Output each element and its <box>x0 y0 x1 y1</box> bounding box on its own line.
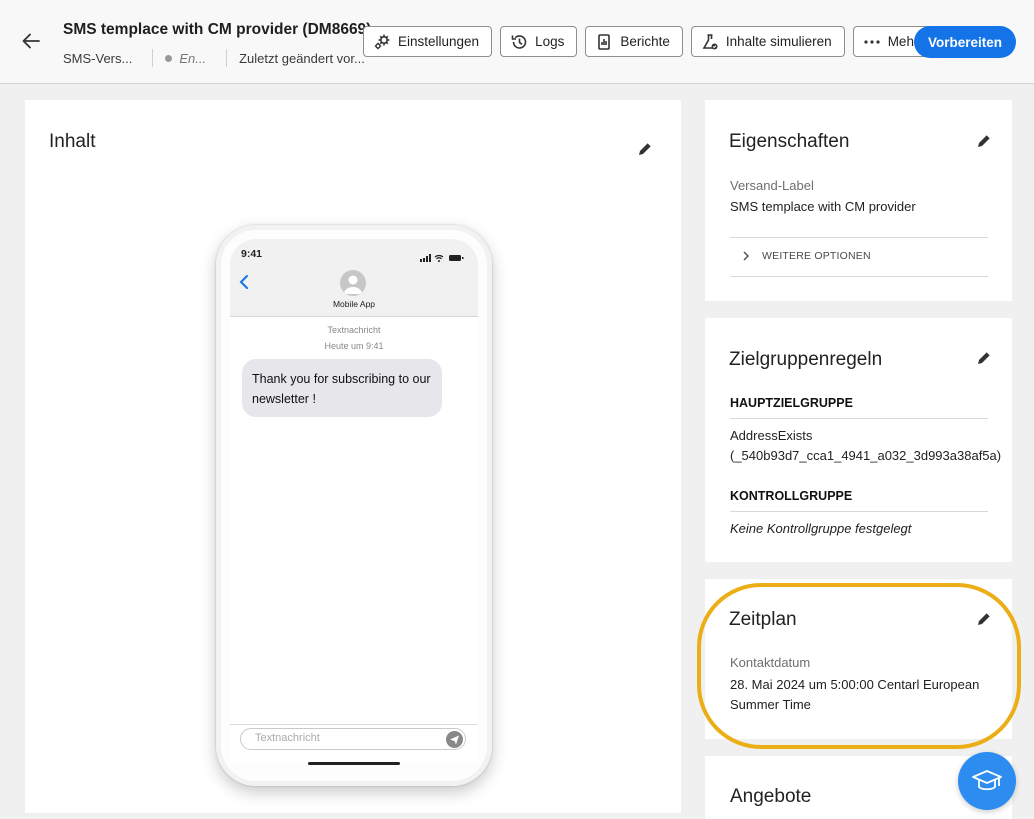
report-icon <box>598 33 611 50</box>
main-target-rule: AddressExists <box>730 428 813 443</box>
chevron-left-icon <box>239 275 248 289</box>
settings-button[interactable]: Einstellungen <box>363 26 493 57</box>
delivery-label-name: Versand-Label <box>730 178 814 193</box>
schedule-panel: Zeitplan Kontaktdatum 28. Mai 2024 um 5:… <box>705 579 1012 739</box>
divider <box>730 237 988 238</box>
learn-button[interactable] <box>958 752 1016 810</box>
prepare-button[interactable]: Vorbereiten <box>914 26 1016 58</box>
pencil-icon <box>978 351 991 364</box>
contact-avatar <box>340 270 366 296</box>
arrow-left-icon <box>22 33 40 49</box>
main-target-rule-id: (_540b93d7_cca1_4941_a032_3d993a38af5a) <box>730 448 1002 463</box>
more-icon <box>864 39 880 44</box>
audience-rules-title: Zielgruppenregeln <box>729 349 883 370</box>
divider <box>730 418 988 419</box>
properties-title: Eigenschaften <box>729 131 850 152</box>
divider <box>730 276 988 277</box>
message-bubble: Thank you for subscribing to our newslet… <box>242 359 442 417</box>
back-button[interactable] <box>18 28 44 54</box>
channel-label: SMS-Vers... <box>63 50 133 66</box>
beaker-icon <box>702 33 718 49</box>
settings-icon <box>374 34 390 49</box>
signal-wifi-battery-icon <box>420 254 464 262</box>
delivery-label-value: SMS templace with CM provider <box>730 199 916 214</box>
delivery-meta: SMS-Vers... En... Zuletzt geändert vor..… <box>63 49 365 67</box>
home-indicator <box>308 762 400 765</box>
audience-rules-panel: Zielgruppenregeln HAUPTZIELGRUPPE Addres… <box>705 318 1012 562</box>
divider <box>730 511 988 512</box>
simulate-content-button-label: Inhalte simulieren <box>725 34 832 49</box>
properties-panel: Eigenschaften Versand-Label SMS templace… <box>705 100 1012 301</box>
send-icon <box>450 735 459 745</box>
settings-button-label: Einstellungen <box>398 34 480 49</box>
logs-button[interactable]: Logs <box>500 26 578 57</box>
reports-button[interactable]: Berichte <box>585 26 683 57</box>
pencil-icon <box>978 134 991 147</box>
control-group-value: Keine Kontrollgruppe festgelegt <box>730 521 912 536</box>
main-target-heading: HAUPTZIELGRUPPE <box>730 396 853 410</box>
pencil-icon <box>639 142 652 155</box>
toolbar: Einstellungen Logs Berichte Inhalte simu… <box>363 26 939 57</box>
edit-properties-button[interactable] <box>975 132 993 150</box>
edit-content-button[interactable] <box>636 140 654 158</box>
edit-schedule-button[interactable] <box>975 610 993 628</box>
status-bar-icons <box>420 249 464 267</box>
phone-preview: 9:41 Mobile App Textnachricht Heute um 9… <box>216 225 492 786</box>
header: SMS templace with CM provider (DM8669) S… <box>0 0 1034 84</box>
control-group-heading: KONTROLLGRUPPE <box>730 489 853 503</box>
messages-back-button[interactable] <box>238 274 250 295</box>
message-header: 9:41 Mobile App <box>230 239 478 317</box>
reports-button-label: Berichte <box>620 34 670 49</box>
page-title: SMS templace with CM provider (DM8669) <box>63 21 372 38</box>
message-input[interactable]: Textnachricht <box>240 728 466 750</box>
send-button[interactable] <box>446 731 463 748</box>
phone-time: 9:41 <box>241 248 263 260</box>
graduation-cap-icon <box>972 770 1002 791</box>
chevron-right-icon <box>743 251 750 261</box>
more-options-label: WEITERE OPTIONEN <box>762 250 871 262</box>
simulate-content-button[interactable]: Inhalte simulieren <box>690 26 845 57</box>
phone-screen: 9:41 Mobile App Textnachricht Heute um 9… <box>230 239 478 763</box>
pencil-icon <box>978 612 991 625</box>
status-label: En... <box>179 50 207 66</box>
sms-timestamp: Heute um 9:41 <box>324 341 384 351</box>
contact-date-timezone: Summer Time <box>730 697 811 712</box>
history-icon <box>511 34 527 49</box>
person-icon <box>344 275 362 294</box>
content-title: Inhalt <box>49 131 96 152</box>
divider <box>152 49 154 67</box>
contact-date-label: Kontaktdatum <box>730 655 811 670</box>
contact-name: Mobile App <box>332 299 376 309</box>
schedule-title: Zeitplan <box>729 609 797 630</box>
divider <box>226 49 228 67</box>
logs-button-label: Logs <box>535 34 565 49</box>
contact-date-value: 28. Mai 2024 um 5:00:00 Centarl European <box>730 677 980 692</box>
more-options-toggle[interactable]: WEITERE OPTIONEN <box>742 250 871 262</box>
edit-audience-button[interactable] <box>975 349 993 367</box>
offers-title: Angebote <box>730 786 812 807</box>
last-modified-label: Zuletzt geändert vor... <box>239 50 365 66</box>
sms-label: Textnachricht <box>327 325 381 335</box>
message-input-bar: Textnachricht <box>230 724 478 763</box>
status-dot-icon <box>165 54 173 62</box>
